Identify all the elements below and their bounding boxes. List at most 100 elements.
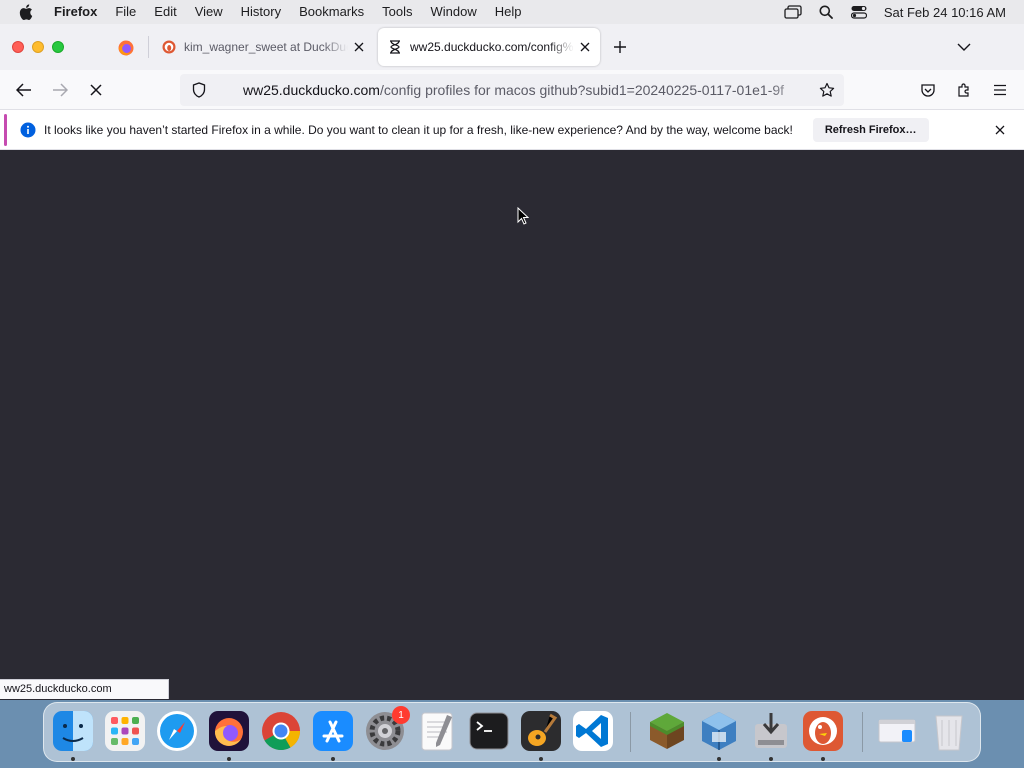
plus-icon (614, 41, 626, 53)
screen-mirroring-icon[interactable] (777, 0, 810, 24)
dock-finder[interactable] (50, 708, 96, 761)
link-status-bar: ww25.duckducko.com (0, 679, 169, 699)
dock-textedit[interactable] (414, 708, 460, 754)
terminal-icon (469, 712, 509, 750)
dock-system-settings[interactable]: 1 (362, 706, 410, 754)
url-text[interactable]: ww25.duckducko.com/config profiles for m… (216, 82, 810, 98)
notification-badge: 1 (392, 706, 410, 724)
url-bar[interactable]: ww25.duckducko.com/config profiles for m… (180, 74, 844, 106)
stop-loading-button[interactable] (82, 76, 110, 104)
window-thumbnail-icon (878, 719, 916, 743)
notification-message: It looks like you haven’t started Firefo… (44, 122, 793, 137)
navigation-toolbar: ww25.duckducko.com/config profiles for m… (0, 70, 1024, 110)
info-icon (20, 122, 36, 138)
back-button[interactable] (10, 76, 38, 104)
list-all-tabs-button[interactable] (950, 35, 978, 59)
macos-dock: 1 (43, 702, 981, 762)
finder-icon (53, 711, 93, 751)
running-indicator (227, 757, 231, 761)
menu-window[interactable]: Window (422, 0, 486, 24)
running-indicator (539, 757, 543, 761)
safari-icon (157, 711, 197, 751)
app-menu-button[interactable] (986, 76, 1014, 104)
dock-window-preview[interactable] (874, 708, 920, 754)
dock-chrome[interactable] (258, 708, 304, 754)
url-host: ww25.duckducko.com (243, 82, 380, 98)
page-content-area[interactable] (0, 151, 1024, 700)
window-minimize-button[interactable] (32, 41, 44, 53)
tab-title: ww25.duckducko.com/config%20profiles (410, 40, 574, 54)
duckduckgo-favicon-icon (161, 39, 177, 55)
dock-launchpad[interactable] (102, 708, 148, 754)
macos-menubar: Firefox File Edit View History Bookmarks… (0, 0, 1024, 24)
installer-disk-icon (755, 713, 787, 748)
url-path: /config profiles for macos github?subid1… (379, 82, 785, 98)
dock-separator (630, 712, 631, 752)
spotlight-search-icon[interactable] (810, 0, 843, 24)
puzzle-piece-icon (958, 83, 969, 97)
running-indicator (821, 757, 825, 761)
arrow-right-icon (53, 83, 68, 97)
dock-trash[interactable] (926, 708, 972, 754)
vscode-icon (573, 711, 613, 751)
extensions-button[interactable] (950, 76, 978, 104)
dock-terminal[interactable] (466, 708, 512, 754)
dock-minecraft[interactable] (644, 708, 690, 754)
control-center-icon[interactable] (843, 0, 876, 24)
menubar-clock[interactable]: Sat Feb 24 10:16 AM (876, 5, 1024, 20)
dock-garageband[interactable] (518, 708, 564, 761)
menu-file[interactable]: File (106, 0, 145, 24)
pocket-icon (921, 84, 935, 97)
tab-title: kim_wagner_sweet at DuckDuckGo (184, 40, 348, 54)
dock-safari[interactable] (154, 708, 200, 754)
new-tab-button[interactable] (606, 35, 634, 59)
refresh-firefox-button[interactable]: Refresh Firefox… (812, 117, 929, 142)
dock-duckduckgo[interactable] (800, 708, 846, 761)
tab-active-duckducko[interactable]: ww25.duckducko.com/config%20profiles (378, 28, 600, 66)
menu-history[interactable]: History (232, 0, 290, 24)
app-store-icon (313, 711, 353, 751)
menu-tools[interactable]: Tools (373, 0, 421, 24)
firefox-icon (118, 40, 134, 56)
pinned-tab-firefox[interactable] (110, 32, 142, 64)
menu-bookmarks[interactable]: Bookmarks (290, 0, 373, 24)
launchpad-icon (105, 711, 145, 751)
chevron-down-icon (957, 43, 971, 51)
stop-x-icon (90, 84, 102, 96)
menu-edit[interactable]: Edit (145, 0, 185, 24)
tab-close-icon[interactable] (348, 36, 370, 58)
pocket-button[interactable] (914, 76, 942, 104)
menu-app-firefox[interactable]: Firefox (52, 0, 106, 24)
virtualbox-icon (702, 712, 736, 750)
running-indicator (331, 757, 335, 761)
trash-icon (935, 715, 963, 751)
notification-accent-bar (4, 114, 7, 146)
window-zoom-button[interactable] (52, 41, 64, 53)
apple-menu-icon[interactable] (0, 4, 52, 20)
mouse-pointer-icon (517, 207, 529, 225)
window-close-button[interactable] (12, 41, 24, 53)
dock-virtualbox[interactable] (696, 708, 742, 761)
forward-button[interactable] (46, 76, 74, 104)
menu-help[interactable]: Help (486, 0, 531, 24)
loading-hourglass-icon (387, 39, 403, 55)
tracking-protection-shield-icon[interactable] (182, 74, 216, 106)
dock-firefox[interactable] (206, 708, 252, 761)
tab-close-icon[interactable] (574, 36, 596, 58)
guitar-icon (521, 711, 561, 751)
chrome-icon (262, 712, 301, 751)
menu-view[interactable]: View (186, 0, 232, 24)
refresh-firefox-notification: It looks like you haven’t started Firefo… (0, 110, 1024, 150)
minecraft-grass-block-icon (650, 713, 684, 749)
dock-app-store[interactable] (310, 708, 356, 761)
tab-duckduckgo-search[interactable]: kim_wagner_sweet at DuckDuckGo (152, 28, 374, 66)
dock-installer[interactable] (748, 708, 794, 761)
bookmark-star-icon[interactable] (810, 74, 844, 106)
firefox-icon (209, 711, 249, 751)
notification-close-icon[interactable] (990, 120, 1010, 140)
duckduckgo-icon (803, 711, 843, 751)
running-indicator (769, 757, 773, 761)
dock-vscode[interactable] (570, 708, 616, 754)
running-indicator (71, 757, 75, 761)
arrow-left-icon (16, 83, 31, 97)
